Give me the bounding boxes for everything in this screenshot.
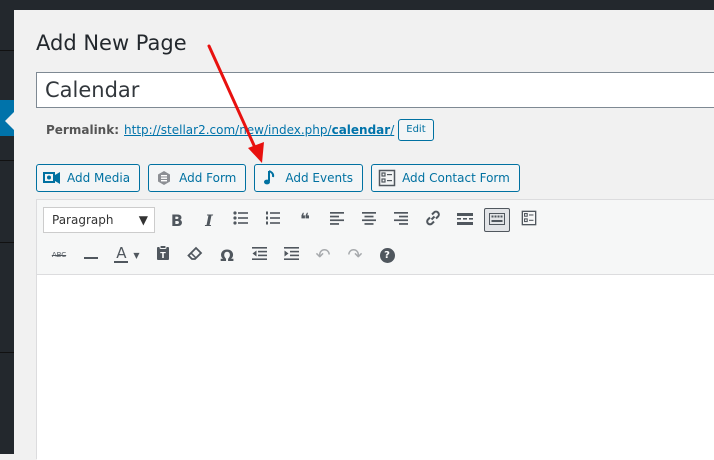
align-center-button[interactable] <box>353 206 385 234</box>
add-contact-form-button[interactable]: Add Contact Form <box>371 164 520 192</box>
bullet-list-icon <box>233 211 249 229</box>
form-icon <box>521 210 537 230</box>
align-center-icon <box>362 211 376 229</box>
align-right-button[interactable] <box>385 206 417 234</box>
undo-icon: ↶ <box>315 244 331 266</box>
chevron-down-icon: ▼ <box>133 250 140 260</box>
italic-button[interactable]: I <box>193 206 225 234</box>
read-more-button[interactable] <box>449 206 481 234</box>
numbered-list-icon <box>265 211 281 229</box>
add-media-button[interactable]: Add Media <box>36 164 141 192</box>
indent-button[interactable] <box>275 241 307 269</box>
outdent-icon <box>251 246 267 264</box>
link-button[interactable] <box>417 206 449 234</box>
permalink-url-suffix: / <box>390 123 395 137</box>
add-contact-form-label: Add Contact Form <box>402 171 510 185</box>
outdent-button[interactable] <box>243 241 275 269</box>
sidebar-divider <box>0 352 14 353</box>
sidebar-active-pointer <box>5 112 14 130</box>
media-buttons: Add Media Add Form Add Events Add Contac… <box>36 164 528 192</box>
editor-toolbar: Paragraph ▼ B I ❝ ABC A ▼ T Ω ↶ ↷ ? <box>37 200 714 275</box>
blockquote-button[interactable]: ❝ <box>289 206 321 234</box>
read-more-icon <box>457 211 473 229</box>
numbered-list-button[interactable] <box>257 206 289 234</box>
paste-text-button[interactable]: T <box>147 241 179 269</box>
clear-formatting-icon <box>187 246 203 264</box>
page-title: Add New Page <box>36 31 187 55</box>
horizontal-line-icon <box>84 246 98 264</box>
insert-form-button[interactable] <box>513 206 545 234</box>
align-left-icon <box>330 211 344 229</box>
align-right-icon <box>394 211 408 229</box>
toolbar-toggle-button[interactable] <box>484 208 510 232</box>
sidebar-divider <box>0 50 14 51</box>
horizontal-line-button[interactable] <box>75 241 107 269</box>
editor: Paragraph ▼ B I ❝ ABC A ▼ T Ω ↶ ↷ ? <box>36 199 714 460</box>
permalink-label: Permalink: <box>46 123 120 137</box>
sidebar-divider <box>0 242 14 243</box>
editor-content-area[interactable] <box>37 275 714 460</box>
admin-sidebar <box>0 10 14 454</box>
format-select[interactable]: Paragraph ▼ <box>43 207 155 233</box>
music-note-icon <box>261 169 279 187</box>
redo-button[interactable]: ↷ <box>339 241 371 269</box>
add-media-label: Add Media <box>67 171 131 185</box>
italic-icon: I <box>205 210 213 230</box>
media-icon <box>43 169 61 187</box>
bold-button[interactable]: B <box>161 206 193 234</box>
bullet-list-button[interactable] <box>225 206 257 234</box>
toolbar-row-1: Paragraph ▼ B I ❝ <box>43 206 545 234</box>
permalink-row: Permalink: http://stellar2.com/new/index… <box>46 119 434 141</box>
add-events-button[interactable]: Add Events <box>254 164 364 192</box>
clear-formatting-button[interactable] <box>179 241 211 269</box>
toolbar-toggle-icon <box>489 211 505 229</box>
align-left-button[interactable] <box>321 206 353 234</box>
toolbar-row-2: ABC A ▼ T Ω ↶ ↷ ? <box>43 241 403 269</box>
blockquote-icon: ❝ <box>300 210 310 230</box>
permalink-url-base: http://stellar2.com/new/index.php/ <box>124 123 332 137</box>
paste-text-icon: T <box>156 245 170 265</box>
text-color-icon: A <box>114 244 129 263</box>
bold-icon: B <box>170 210 184 230</box>
help-button[interactable]: ? <box>371 241 403 269</box>
admin-bar <box>0 0 714 10</box>
strikethrough-icon: ABC <box>51 251 67 259</box>
redo-icon: ↷ <box>347 244 363 266</box>
chevron-down-icon: ▼ <box>138 213 148 227</box>
add-form-button[interactable]: Add Form <box>148 164 247 192</box>
format-select-value: Paragraph <box>52 213 114 227</box>
link-icon <box>425 210 441 230</box>
special-character-icon: Ω <box>220 245 234 265</box>
undo-button[interactable]: ↶ <box>307 241 339 269</box>
text-color-swatch <box>114 261 129 263</box>
svg-text:T: T <box>160 251 166 260</box>
post-title-input[interactable] <box>36 72 714 108</box>
text-color-glyph: A <box>116 244 127 262</box>
text-color-button[interactable]: A ▼ <box>107 241 147 269</box>
sidebar-divider <box>0 160 14 161</box>
add-events-label: Add Events <box>285 171 354 185</box>
form-icon <box>155 169 173 187</box>
permalink-link[interactable]: http://stellar2.com/new/index.php/calend… <box>124 123 394 137</box>
help-icon: ? <box>379 247 395 263</box>
special-character-button[interactable]: Ω <box>211 241 243 269</box>
permalink-slug: calendar <box>331 123 391 137</box>
add-form-label: Add Form <box>179 171 237 185</box>
contact-form-icon <box>378 169 396 187</box>
strikethrough-button[interactable]: ABC <box>43 241 75 269</box>
permalink-edit-button[interactable]: Edit <box>398 119 434 141</box>
help-glyph: ? <box>384 249 390 261</box>
indent-icon <box>283 246 299 264</box>
